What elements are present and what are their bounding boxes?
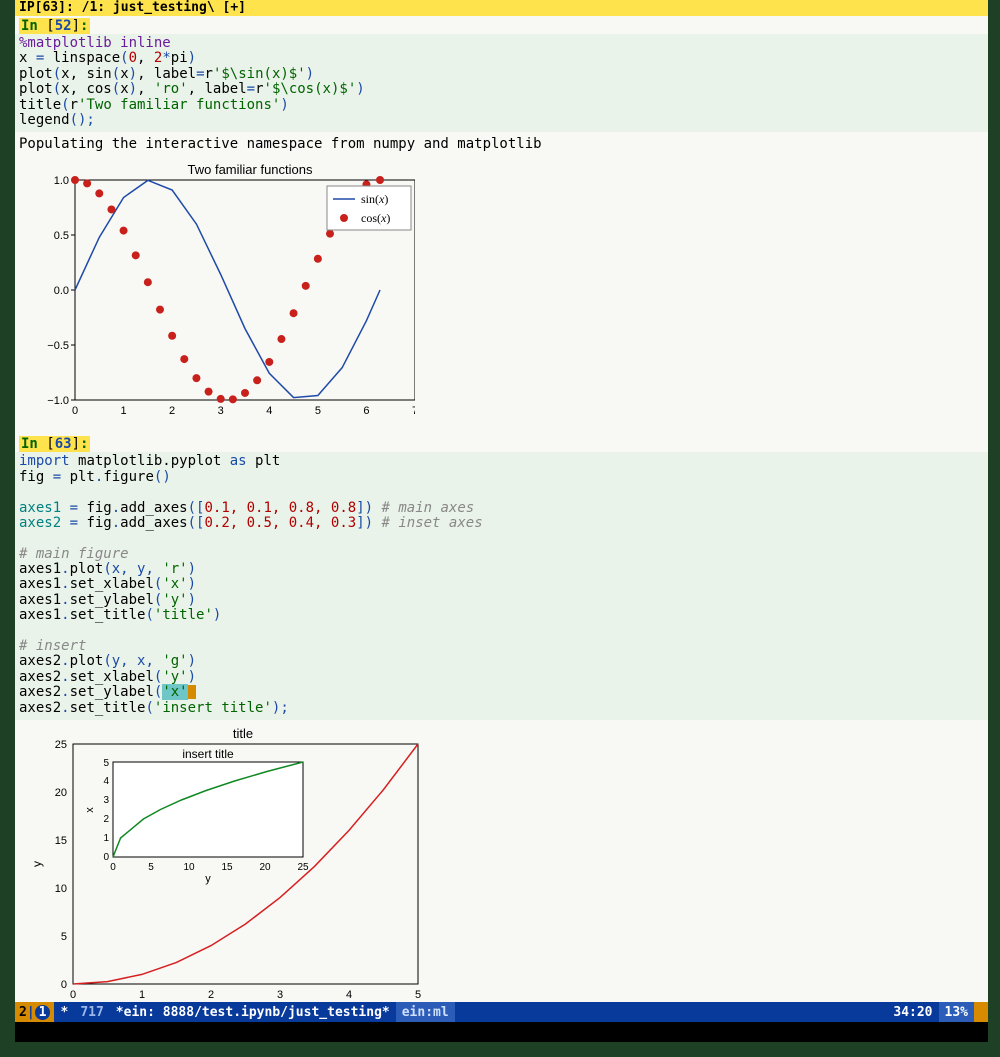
statusbar-pct: 13% bbox=[939, 1002, 974, 1022]
svg-text:6: 6 bbox=[363, 405, 369, 417]
notebook-content[interactable]: In [52]: %matplotlib inline x = linspace… bbox=[15, 16, 988, 1002]
svg-text:5: 5 bbox=[103, 758, 109, 769]
chart-title-inset: title 0510152025 012345 y x bbox=[15, 720, 988, 1002]
svg-text:20: 20 bbox=[55, 787, 67, 799]
svg-text:2: 2 bbox=[169, 405, 175, 417]
svg-text:5: 5 bbox=[315, 405, 321, 417]
cell-63[interactable]: In [63]: import matplotlib.pyplot as plt… bbox=[15, 436, 988, 1002]
svg-text:4: 4 bbox=[346, 989, 352, 1001]
svg-text:4: 4 bbox=[266, 405, 272, 417]
svg-text:−1.0: −1.0 bbox=[47, 395, 69, 407]
svg-text:5: 5 bbox=[61, 931, 67, 943]
svg-text:10: 10 bbox=[55, 883, 67, 895]
svg-text:insert title: insert title bbox=[182, 747, 234, 761]
svg-text:4: 4 bbox=[103, 776, 109, 787]
svg-text:x: x bbox=[84, 807, 96, 813]
svg-text:sin(x): sin(x) bbox=[361, 192, 388, 206]
svg-text:title: title bbox=[233, 726, 253, 741]
svg-text:15: 15 bbox=[221, 862, 233, 873]
svg-text:cos(x): cos(x) bbox=[361, 211, 390, 225]
editor-window: IP[63]: /1: just_testing\ [+] In [52]: %… bbox=[15, 0, 988, 1042]
window-titlebar: IP[63]: /1: just_testing\ [+] bbox=[15, 0, 988, 16]
svg-text:20: 20 bbox=[259, 862, 271, 873]
statusbar-pos: 34:20 bbox=[887, 1002, 938, 1022]
cell-stdout: Populating the interactive namespace fro… bbox=[15, 132, 988, 156]
svg-text:1: 1 bbox=[121, 405, 127, 417]
svg-text:5: 5 bbox=[415, 989, 421, 1001]
svg-text:15: 15 bbox=[55, 835, 67, 847]
svg-text:3: 3 bbox=[103, 795, 109, 806]
statusbar-modified: * bbox=[54, 1002, 74, 1022]
statusbar-buffer: *ein: 8888/test.ipynb/just_testing* bbox=[110, 1002, 396, 1022]
chart-two-familiar-functions: Two familiar functions 1.0 0.5 0.0 −0.5 … bbox=[15, 156, 988, 428]
statusbar-mode: ein:ml bbox=[396, 1002, 455, 1022]
cell-prompt: In [63]: bbox=[19, 436, 90, 452]
svg-text:0: 0 bbox=[103, 852, 109, 863]
svg-text:y: y bbox=[30, 861, 44, 867]
svg-text:0.5: 0.5 bbox=[54, 230, 69, 242]
svg-text:25: 25 bbox=[297, 862, 309, 873]
svg-text:25: 25 bbox=[55, 739, 67, 751]
svg-text:10: 10 bbox=[183, 862, 195, 873]
svg-text:3: 3 bbox=[277, 989, 283, 1001]
svg-text:y: y bbox=[205, 873, 211, 885]
svg-text:Two familiar functions: Two familiar functions bbox=[188, 162, 313, 177]
svg-text:1: 1 bbox=[103, 833, 109, 844]
svg-text:2: 2 bbox=[103, 814, 109, 825]
statusbar: 2|1 * 717 *ein: 8888/test.ipynb/just_tes… bbox=[15, 1002, 988, 1022]
cell-code[interactable]: %matplotlib inline x = linspace(0, 2*pi)… bbox=[15, 34, 988, 132]
text-cursor bbox=[188, 685, 196, 699]
svg-text:7: 7 bbox=[412, 405, 415, 417]
svg-text:2: 2 bbox=[208, 989, 214, 1001]
cell-52[interactable]: In [52]: %matplotlib inline x = linspace… bbox=[15, 18, 988, 428]
cell-code[interactable]: import matplotlib.pyplot as plt fig = pl… bbox=[15, 452, 988, 720]
svg-text:1: 1 bbox=[139, 989, 145, 1001]
svg-text:0: 0 bbox=[72, 405, 78, 417]
statusbar-linenum: 717 bbox=[74, 1002, 109, 1022]
svg-text:1.0: 1.0 bbox=[54, 175, 69, 187]
svg-text:0: 0 bbox=[70, 989, 76, 1001]
cell-prompt: In [52]: bbox=[19, 18, 90, 34]
svg-text:3: 3 bbox=[218, 405, 224, 417]
svg-text:0: 0 bbox=[61, 979, 67, 991]
svg-text:0: 0 bbox=[110, 862, 116, 873]
statusbar-end-icon bbox=[974, 1002, 988, 1022]
statusbar-badges: 2|1 bbox=[15, 1002, 54, 1022]
minibuffer[interactable] bbox=[15, 1022, 988, 1042]
svg-text:5: 5 bbox=[148, 862, 154, 873]
svg-text:−0.5: −0.5 bbox=[47, 340, 69, 352]
svg-text:0.0: 0.0 bbox=[54, 285, 69, 297]
